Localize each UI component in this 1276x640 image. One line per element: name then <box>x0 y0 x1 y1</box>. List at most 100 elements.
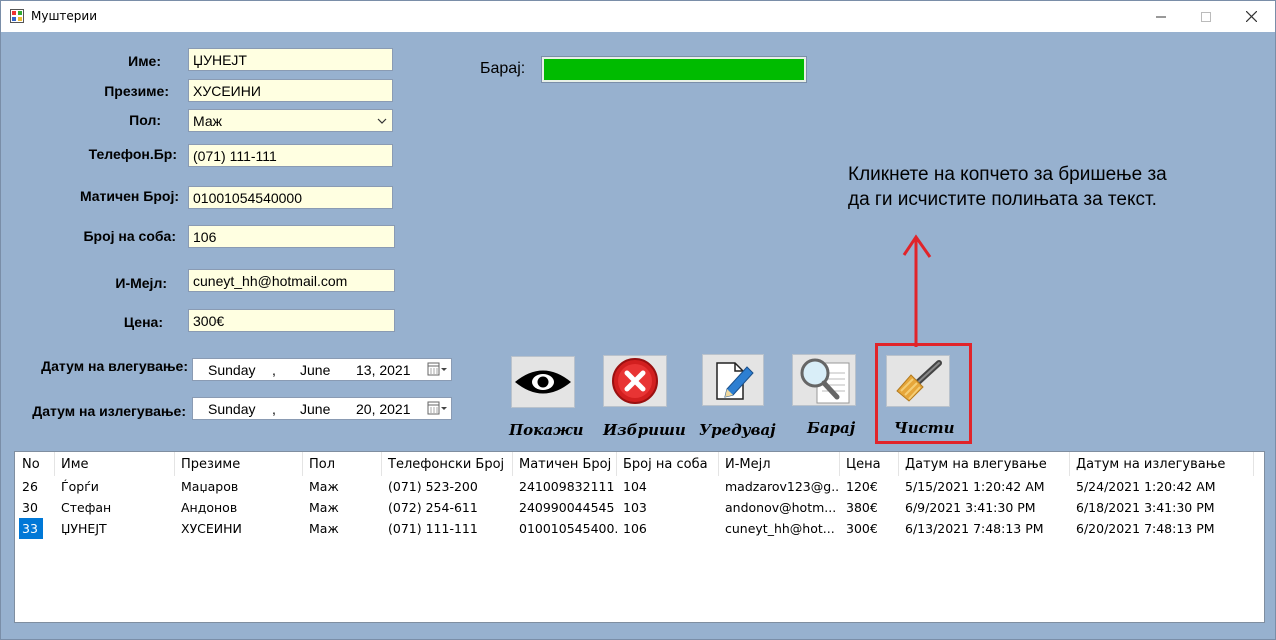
column-header[interactable]: Телефонски Број <box>382 452 513 476</box>
email-input[interactable]: cuneyt_hh@hotmail.com <box>188 269 395 292</box>
cell-price: 380€ <box>846 500 878 515</box>
column-header[interactable]: Име <box>55 452 175 476</box>
cell-no: 26 <box>22 479 38 494</box>
delete-x-icon <box>612 358 658 404</box>
delete-label: Избриши <box>603 421 686 439</box>
search-button[interactable] <box>792 354 856 406</box>
price-label: Цена: <box>123 314 163 330</box>
checkin-date: 13, 2021 <box>356 362 411 378</box>
title-bar: Муштерии <box>1 1 1275 32</box>
column-header[interactable]: No <box>16 452 55 476</box>
cell-price: 120€ <box>846 479 878 494</box>
id-number-input[interactable]: 01001054540000 <box>188 186 393 209</box>
cell-gender: Маж <box>309 521 339 536</box>
id-number-label: Матичен Број: <box>79 188 179 204</box>
phone-input[interactable]: (071) 111-111 <box>188 144 393 167</box>
room-input[interactable]: 106 <box>188 225 395 248</box>
first-name-label: Име: <box>128 53 161 69</box>
checkout-month: June <box>300 401 331 417</box>
column-header[interactable]: И-Мејл <box>719 452 840 476</box>
column-header[interactable]: Матичен Број <box>513 452 617 476</box>
table-header: No Име Презиме Пол Телефонски Број Матич… <box>15 452 1264 476</box>
customers-table[interactable]: No Име Презиме Пол Телефонски Број Матич… <box>14 451 1265 623</box>
cell-checkin: 6/9/2021 3:41:30 PM <box>905 500 1036 515</box>
calendar-icon[interactable] <box>427 401 449 416</box>
cell-phone: (071) 111-111 <box>388 521 478 536</box>
clear-button-highlight <box>875 343 972 444</box>
arrow-up-annotation-icon <box>902 234 932 347</box>
gender-value: Маж <box>193 113 222 129</box>
close-window-button[interactable] <box>1228 1 1274 32</box>
edit-button[interactable] <box>702 354 764 406</box>
hint-line-2: да ги исчистите полињата за текст. <box>848 189 1157 210</box>
table-row-selected[interactable]: 33 ЏУНЕЈТ ХУСЕИНИ Маж (071) 111-111 0100… <box>15 518 1264 539</box>
room-label: Број на соба: <box>83 228 176 244</box>
close-icon <box>1245 11 1257 22</box>
search-button-label: Барај <box>807 419 856 437</box>
cell-last-name: ХУСЕИНИ <box>181 521 242 536</box>
cell-email: cuneyt_hh@hot... <box>725 521 835 536</box>
column-header[interactable]: Презиме <box>175 452 303 476</box>
last-name-label: Презиме: <box>104 83 169 99</box>
delete-button[interactable] <box>603 355 667 407</box>
window-title: Муштерии <box>31 9 98 23</box>
hint-line-1: Кликнете на копчето за бришење за <box>848 164 1167 185</box>
checkin-month: June <box>300 362 331 378</box>
show-label: Покажи <box>509 421 584 439</box>
column-header[interactable]: Број на соба <box>617 452 719 476</box>
table-row[interactable]: 26 Ѓорѓи Маџаров Маж (071) 523-200 24100… <box>15 476 1264 497</box>
cell-no: 33 <box>19 518 43 539</box>
maximize-icon <box>1201 11 1211 22</box>
calendar-icon[interactable] <box>427 362 449 377</box>
first-name-input[interactable]: ЏУНЕЈТ <box>188 48 393 71</box>
search-input[interactable] <box>541 56 807 83</box>
checkout-label: Датум на излегување: <box>32 403 186 419</box>
cell-email: madzarov123@g... <box>725 479 840 494</box>
checkout-day: Sunday <box>208 401 256 417</box>
show-button[interactable] <box>511 356 575 408</box>
cell-first-name: Стефан <box>61 500 112 515</box>
gender-label: Пол: <box>129 112 161 128</box>
search-label: Барај: <box>480 60 526 77</box>
cell-first-name: ЏУНЕЈТ <box>61 521 107 536</box>
column-header[interactable]: Датум на влегување <box>899 452 1070 476</box>
maximize-button[interactable] <box>1183 1 1229 32</box>
email-label: И-Мејл: <box>115 275 167 291</box>
last-name-input[interactable]: ХУСЕИНИ <box>188 79 393 102</box>
app-form-icon <box>10 9 24 23</box>
cell-first-name: Ѓорѓи <box>61 479 99 494</box>
cell-id-number: 241009832111 <box>519 479 615 494</box>
magnifier-icon <box>800 358 850 404</box>
checkout-sep: , <box>272 401 276 417</box>
price-input[interactable]: 300€ <box>188 309 395 332</box>
checkout-date-picker[interactable]: Sunday , June 20, 2021 <box>192 397 452 420</box>
checkin-date-picker[interactable]: Sunday , June 13, 2021 <box>192 358 452 381</box>
cell-checkout: 6/20/2021 7:48:13 PM <box>1076 521 1215 536</box>
cell-phone: (071) 523-200 <box>388 479 478 494</box>
edit-label: Уредувај <box>699 421 776 439</box>
clear-hint-text: Кликнете на копчето за бришење за да ги … <box>848 162 1167 212</box>
cell-no: 30 <box>22 500 38 515</box>
cell-price: 300€ <box>846 521 878 536</box>
chevron-down-icon <box>377 118 387 124</box>
cell-phone: (072) 254-611 <box>388 500 478 515</box>
eye-icon <box>515 370 571 394</box>
checkout-date: 20, 2021 <box>356 401 411 417</box>
cell-room: 104 <box>623 479 647 494</box>
cell-checkin: 6/13/2021 7:48:13 PM <box>905 521 1044 536</box>
cell-gender: Маж <box>309 479 339 494</box>
gender-select[interactable]: Маж <box>188 109 393 132</box>
cell-checkout: 5/24/2021 1:20:42 AM <box>1076 479 1216 494</box>
cell-last-name: Андонов <box>181 500 238 515</box>
cell-id-number: 010010545400... <box>519 521 617 536</box>
cell-room: 106 <box>623 521 647 536</box>
column-header[interactable]: Цена <box>840 452 899 476</box>
minimize-button[interactable] <box>1138 1 1184 32</box>
cell-checkout: 6/18/2021 3:41:30 PM <box>1076 500 1215 515</box>
table-row[interactable]: 30 Стефан Андонов Маж (072) 254-611 2409… <box>15 497 1264 518</box>
cell-last-name: Маџаров <box>181 479 239 494</box>
checkin-sep: , <box>272 362 276 378</box>
customers-window: Муштерии Име: ЏУНЕЈТ Презиме: ХУСЕИНИ По… <box>0 0 1276 640</box>
column-header[interactable]: Датум на излегување <box>1070 452 1254 476</box>
column-header[interactable]: Пол <box>303 452 382 476</box>
